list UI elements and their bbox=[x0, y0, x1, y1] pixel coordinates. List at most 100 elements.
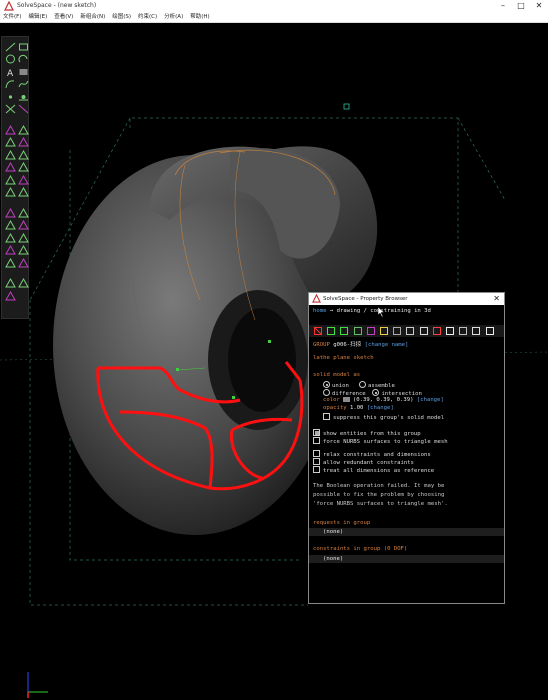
group-type: lathe plane sketch bbox=[313, 355, 374, 361]
tool-other-supplement-icon[interactable] bbox=[17, 257, 29, 268]
constraints-heading: constraints in group (0 DOF) bbox=[313, 546, 408, 552]
tool-reference-icon[interactable] bbox=[17, 187, 29, 198]
tool-rectangle-icon[interactable] bbox=[17, 41, 29, 52]
tool-comment-icon[interactable] bbox=[17, 278, 29, 289]
property-browser-title: SolveSpace - Property Browser bbox=[323, 296, 408, 302]
tool-tangent-icon[interactable] bbox=[4, 278, 16, 289]
boolean-failed-message-2: possible to fix the problem by choosing bbox=[313, 492, 445, 498]
requests-heading: requests in group bbox=[313, 520, 371, 526]
tool-angle-icon[interactable] bbox=[17, 124, 29, 135]
force-nurbs-checkbox[interactable]: force NURBS surfaces to triangle mesh bbox=[313, 437, 448, 446]
tool-image-icon[interactable] bbox=[17, 66, 29, 77]
menu-view[interactable]: 查看(V) bbox=[54, 12, 73, 23]
tool-midpoint-icon[interactable] bbox=[17, 162, 29, 173]
solid-model-icon[interactable] bbox=[471, 326, 481, 336]
tool-link-icon[interactable] bbox=[4, 232, 16, 243]
menu-constrain[interactable]: 约束(C) bbox=[138, 12, 157, 23]
tool-datum-point-icon[interactable] bbox=[4, 91, 16, 102]
group-name: g006-扫掠 bbox=[333, 342, 362, 348]
axis-indicator bbox=[27, 672, 48, 698]
corner-marker bbox=[343, 103, 350, 110]
property-browser-window: SolveSpace - Property Browser ✕ home → d… bbox=[308, 292, 505, 604]
tool-dimension-icon[interactable] bbox=[4, 124, 16, 135]
menu-edit[interactable]: 编辑(E) bbox=[28, 12, 47, 23]
boolean-failed-message-3: 'force NURBS surfaces to triangle mesh'. bbox=[313, 501, 448, 507]
tool-construction-toggle-icon[interactable] bbox=[4, 104, 16, 115]
tool-parallel-icon[interactable] bbox=[4, 149, 16, 160]
change-opacity-link[interactable]: [change] bbox=[367, 405, 394, 411]
close-icon[interactable]: ✕ bbox=[530, 0, 548, 12]
menu-analyze[interactable]: 分析(A) bbox=[164, 12, 183, 23]
tool-circle-icon[interactable] bbox=[4, 54, 16, 65]
show-points-icon[interactable] bbox=[339, 326, 349, 336]
tool-symmetric-icon[interactable] bbox=[4, 174, 16, 185]
tool-point-on-icon[interactable] bbox=[4, 162, 16, 173]
property-browser-body: home → drawing / constraining in 3d GROU… bbox=[309, 305, 504, 603]
window-controls: – □ ✕ bbox=[494, 0, 548, 12]
show-faces-icon[interactable] bbox=[379, 326, 389, 336]
sketch-toolbar: A bbox=[1, 36, 29, 319]
show-help-icon[interactable] bbox=[458, 326, 468, 336]
tool-lathe-icon[interactable] bbox=[17, 207, 29, 218]
show-normals-icon[interactable] bbox=[326, 326, 336, 336]
tool-cubic-spline-icon[interactable] bbox=[17, 79, 29, 90]
show-edges-icon[interactable] bbox=[392, 326, 402, 336]
boolean-failed-message-1: The Boolean operation failed. It may be bbox=[313, 483, 445, 489]
tool-text-icon[interactable]: A bbox=[4, 66, 16, 77]
tool-grid-icon[interactable] bbox=[4, 290, 16, 301]
tool-ortho-icon[interactable] bbox=[4, 257, 16, 268]
treat-reference-checkbox[interactable]: treat all dimensions as reference bbox=[313, 466, 434, 475]
tool-same-orientation-icon[interactable] bbox=[4, 187, 16, 198]
tool-nearest-iso-icon[interactable] bbox=[17, 245, 29, 256]
hidden-lines-icon[interactable] bbox=[445, 326, 455, 336]
solid-model-heading: solid model as bbox=[313, 372, 361, 378]
menu-sketch[interactable]: 绘图(S) bbox=[112, 12, 131, 23]
flip-icon[interactable] bbox=[485, 326, 495, 336]
tool-helix-icon[interactable] bbox=[17, 220, 29, 231]
color-line: color (0.39, 0.39, 0.39) [change] bbox=[323, 397, 444, 403]
maximize-icon[interactable]: □ bbox=[512, 0, 530, 12]
show-mesh-icon[interactable] bbox=[419, 326, 429, 336]
tool-workplane-icon[interactable] bbox=[17, 91, 29, 102]
color-swatch[interactable] bbox=[342, 397, 350, 402]
nav-line: home → drawing / constraining in 3d bbox=[313, 308, 431, 314]
property-browser-titlebar: SolveSpace - Property Browser ✕ bbox=[309, 293, 504, 305]
show-shaded-icon[interactable] bbox=[432, 326, 442, 336]
tool-split-curves-icon[interactable] bbox=[17, 104, 29, 115]
menu-bar: 文件(F) 编辑(E) 查看(V) 新组合(N) 绘图(S) 约束(C) 分析(… bbox=[0, 12, 548, 23]
minimize-icon[interactable]: – bbox=[494, 0, 512, 12]
tool-line-icon[interactable] bbox=[4, 41, 16, 52]
title-bar: SolveSpace - (new sketch) – □ ✕ bbox=[0, 0, 548, 12]
tool-step-translating-icon[interactable] bbox=[4, 245, 16, 256]
menu-help[interactable]: 帮助(H) bbox=[190, 12, 209, 23]
opacity-line: opacity 1.00 [change] bbox=[323, 405, 394, 411]
tool-arc-icon[interactable] bbox=[17, 54, 29, 65]
show-constraints-icon[interactable] bbox=[366, 326, 376, 336]
requests-value: (none) bbox=[323, 529, 344, 535]
show-construction-icon[interactable] bbox=[353, 326, 363, 336]
tool-equal-icon[interactable] bbox=[17, 174, 29, 185]
tool-perpendicular-icon[interactable] bbox=[17, 149, 29, 160]
change-color-link[interactable]: [change] bbox=[417, 397, 444, 403]
tool-vertical-icon[interactable] bbox=[17, 137, 29, 148]
close-icon[interactable]: ✕ bbox=[493, 293, 500, 305]
tool-horizontal-icon[interactable] bbox=[4, 137, 16, 148]
constraints-value: (none) bbox=[323, 556, 344, 562]
mouse-cursor-icon bbox=[378, 307, 385, 317]
tool-revolve-icon[interactable] bbox=[4, 220, 16, 231]
solvespace-app-icon bbox=[4, 1, 14, 11]
menu-new-group[interactable]: 新组合(N) bbox=[80, 12, 105, 23]
change-name-link[interactable]: [change name] bbox=[365, 342, 409, 348]
suppress-checkbox[interactable]: suppress this group's solid model bbox=[323, 413, 444, 422]
solvespace-app-icon bbox=[312, 294, 321, 303]
home-link[interactable]: home bbox=[313, 308, 326, 314]
visibility-icon-row bbox=[309, 325, 504, 337]
tool-extrude-icon[interactable] bbox=[4, 207, 16, 218]
show-outlines-icon[interactable] bbox=[405, 326, 415, 336]
tool-tangent-arc-icon[interactable] bbox=[4, 79, 16, 90]
svg-text:A: A bbox=[7, 69, 14, 77]
menu-file[interactable]: 文件(F) bbox=[3, 12, 21, 23]
tool-step-rotating-icon[interactable] bbox=[17, 232, 29, 243]
hide-workplanes-icon[interactable] bbox=[313, 326, 323, 336]
group-line: GROUP g006-扫掠 [change name] bbox=[313, 342, 409, 348]
